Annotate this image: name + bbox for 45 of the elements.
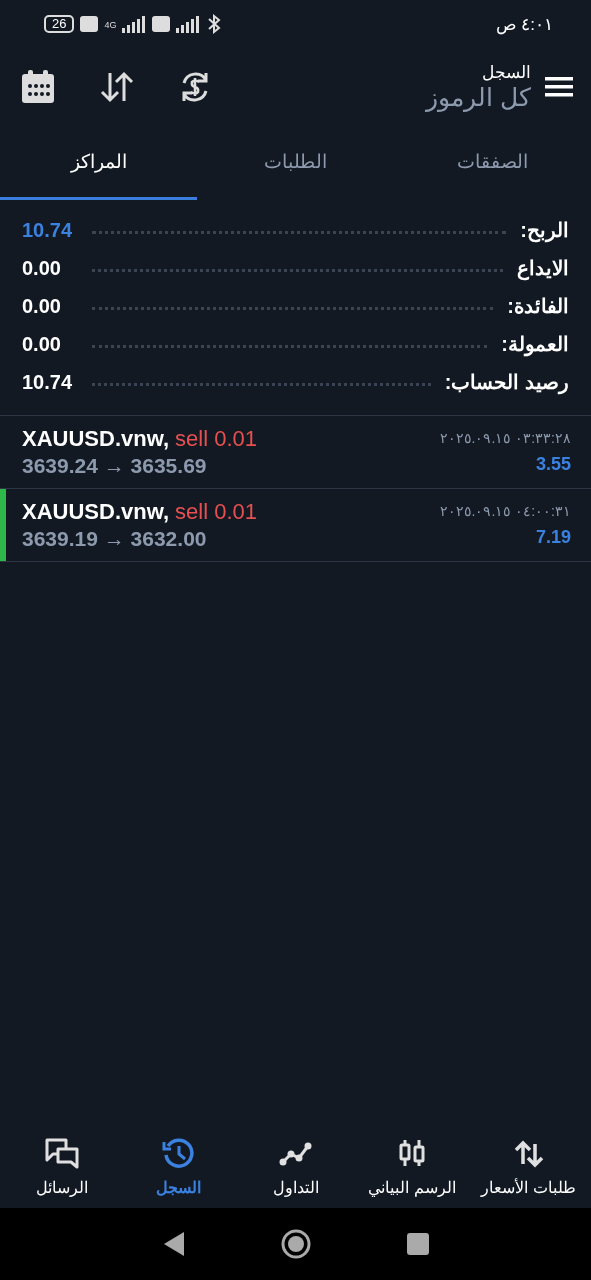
nav-tab[interactable]: طلبات الأسعار — [470, 1135, 587, 1197]
sort-icon[interactable] — [100, 71, 134, 103]
back-icon[interactable] — [162, 1231, 185, 1257]
nav-tab[interactable]: السجل — [120, 1135, 238, 1197]
network-type: 4G — [104, 20, 117, 30]
summary-label: الايداع — [517, 256, 569, 280]
profit-value: 7.19 — [535, 526, 571, 548]
symbol-label: XAUUSD.vnw, — [22, 499, 170, 525]
home-icon[interactable] — [280, 1229, 311, 1259]
signal-icon — [122, 15, 147, 33]
nav-tab[interactable]: التداول — [237, 1135, 354, 1197]
battery-indicator: 26 — [44, 15, 75, 33]
trade-side: sell 0.01 — [175, 499, 258, 525]
calendar-icon[interactable] — [20, 69, 56, 105]
menu-icon[interactable] — [545, 76, 573, 98]
summary-value: 0.00 — [22, 294, 62, 318]
trade-time: ٠٤:٠٠:٣١ ٢٠٢٥.٠٩.١٥ — [439, 502, 571, 519]
summary-value: 0.00 — [22, 256, 62, 280]
profit-value: 3.55 — [535, 453, 571, 475]
signal-icon — [176, 15, 201, 33]
price-range: 3639.19 → 3632.00 — [22, 527, 208, 551]
nav-tab[interactable]: الرسم البياني — [353, 1135, 471, 1197]
trade-time: ٠٣:٣٣:٢٨ ٢٠٢٥.٠٩.١٥ — [439, 429, 571, 446]
symbol-filter[interactable]: كل الرموز — [426, 83, 531, 112]
tab[interactable]: الصفقات — [394, 126, 591, 200]
tab[interactable]: الطلبات — [197, 126, 394, 200]
trade-side: sell 0.01 — [175, 426, 258, 452]
recents-icon[interactable] — [406, 1233, 429, 1255]
price-range: 3639.24 → 3635.69 — [22, 454, 208, 478]
summary-value: 0.00 — [22, 332, 62, 356]
clock: ٤:٠١ ص — [495, 13, 553, 35]
summary-label: العمولة: — [501, 332, 569, 356]
summary-label: الربح: — [520, 218, 569, 242]
symbol-label: XAUUSD.vnw, — [22, 426, 170, 452]
volte-icon — [152, 15, 171, 33]
volte-icon — [80, 15, 99, 33]
bluetooth-icon — [206, 14, 223, 34]
summary-label: الفائدة: — [507, 294, 569, 318]
summary-value: 10.74 — [22, 218, 74, 242]
summary-value: 10.74 — [22, 370, 74, 394]
page-title: السجل — [482, 62, 531, 83]
tab[interactable]: المراكز — [0, 126, 197, 200]
history-icon — [160, 1135, 197, 1170]
summary-label: رصيد الحساب: — [444, 370, 569, 394]
nav-tab[interactable]: الرسائل — [4, 1135, 121, 1197]
